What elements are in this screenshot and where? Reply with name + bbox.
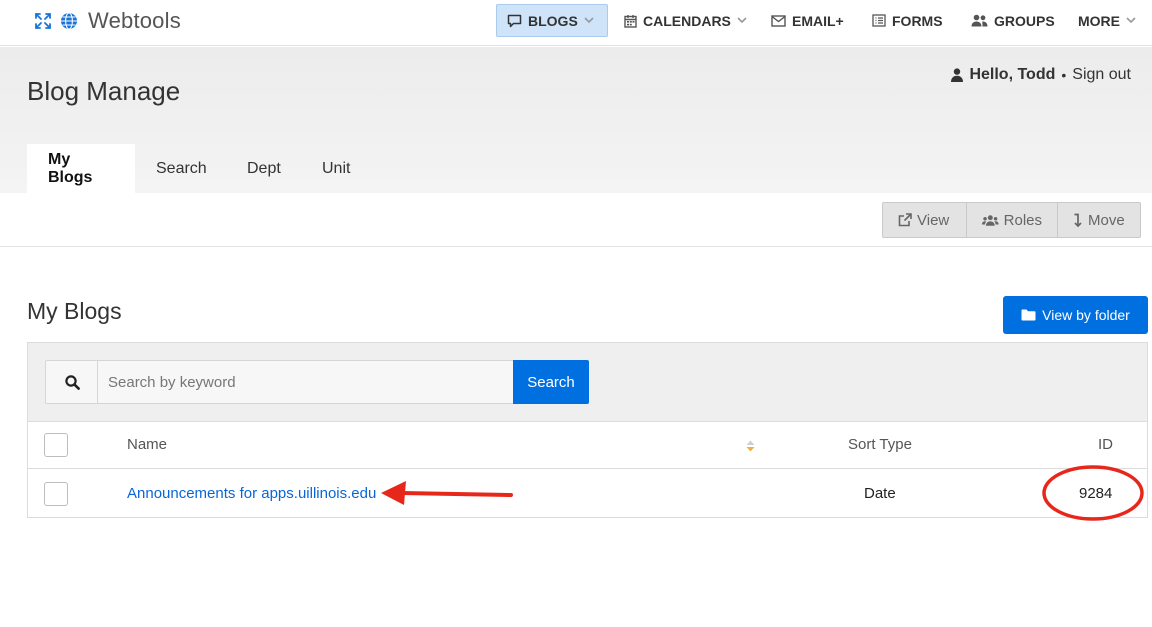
user-greeting: Hello, Todd <box>969 66 1056 83</box>
action-button-group: View Roles Move <box>882 202 1141 238</box>
expand-icon[interactable] <box>34 12 52 30</box>
level-down-icon <box>1074 213 1082 227</box>
blogs-panel: Search Name Sort Type ID Announcements f… <box>27 342 1148 518</box>
envelope-icon <box>771 14 786 27</box>
chevron-down-icon <box>1126 17 1136 24</box>
table-row: Announcements for apps.uillinois.edu Dat… <box>28 470 1147 517</box>
roles-button[interactable]: Roles <box>967 203 1058 237</box>
nav-calendars[interactable]: CALENDARS <box>614 4 757 37</box>
search-icon <box>64 374 80 390</box>
user-icon <box>951 68 964 82</box>
tab-my-blogs[interactable]: My Blogs <box>27 144 135 193</box>
page-title: Blog Manage <box>27 76 181 106</box>
section-title: My Blogs <box>27 298 122 324</box>
select-all-checkbox[interactable] <box>44 433 68 457</box>
nav-email-label: EMAIL+ <box>792 12 844 29</box>
nav-groups[interactable]: GROUPS <box>961 4 1065 37</box>
brand-name: Webtools <box>88 8 181 33</box>
column-id-header[interactable]: ID <box>1098 436 1113 453</box>
view-button[interactable]: View <box>883 203 967 237</box>
list-icon <box>872 14 886 27</box>
nav-groups-label: GROUPS <box>994 12 1055 29</box>
nav-more-label: MORE <box>1078 12 1120 29</box>
search-bar: Search <box>28 343 1147 422</box>
chevron-down-icon <box>737 17 747 24</box>
brand[interactable]: Webtools <box>34 8 181 34</box>
nav-blogs[interactable]: BLOGS <box>496 4 608 37</box>
chevron-down-icon <box>584 17 594 24</box>
nav-more[interactable]: MORE <box>1068 4 1146 37</box>
folder-icon <box>1021 309 1036 321</box>
tab-search[interactable]: Search <box>135 144 228 193</box>
sort-icon[interactable] <box>746 440 755 452</box>
users-icon <box>971 14 988 27</box>
calendar-icon <box>624 14 637 28</box>
user-box: Hello, Todd • Sign out <box>951 66 1131 84</box>
separator-dot: • <box>1061 67 1067 83</box>
users-icon <box>982 214 999 226</box>
table-header: Name Sort Type ID <box>28 422 1147 469</box>
tab-unit[interactable]: Unit <box>301 144 371 193</box>
comment-icon <box>507 14 522 27</box>
search-input[interactable] <box>97 360 514 404</box>
view-by-folder-button[interactable]: View by folder <box>1003 296 1148 334</box>
tab-dept[interactable]: Dept <box>226 144 302 193</box>
roles-button-label: Roles <box>1003 211 1042 229</box>
column-name-header[interactable]: Name <box>127 436 167 453</box>
globe-icon <box>60 12 78 30</box>
nav-forms-label: FORMS <box>892 12 943 29</box>
blog-id: 9284 <box>1079 485 1113 502</box>
nav-forms[interactable]: FORMS <box>862 4 953 37</box>
blog-name-link[interactable]: Announcements for apps.uillinois.edu <box>127 485 376 502</box>
nav-blogs-label: BLOGS <box>528 12 578 29</box>
signout-link[interactable]: Sign out <box>1072 66 1131 84</box>
blog-sort-type: Date <box>864 485 896 502</box>
external-link-icon <box>898 213 912 227</box>
view-by-folder-label: View by folder <box>1042 307 1130 323</box>
row-checkbox[interactable] <box>44 482 68 506</box>
nav-calendars-label: CALENDARS <box>643 12 731 29</box>
move-button-label: Move <box>1088 211 1125 229</box>
top-navbar: Webtools BLOGS CALENDARS EMAIL+ FORMS GR… <box>0 0 1152 46</box>
column-sort-type-header[interactable]: Sort Type <box>848 436 912 453</box>
move-button[interactable]: Move <box>1058 203 1140 237</box>
nav-email[interactable]: EMAIL+ <box>761 4 854 37</box>
search-button[interactable]: Search <box>513 360 589 404</box>
view-button-label: View <box>917 211 950 229</box>
search-icon-box <box>45 360 98 404</box>
